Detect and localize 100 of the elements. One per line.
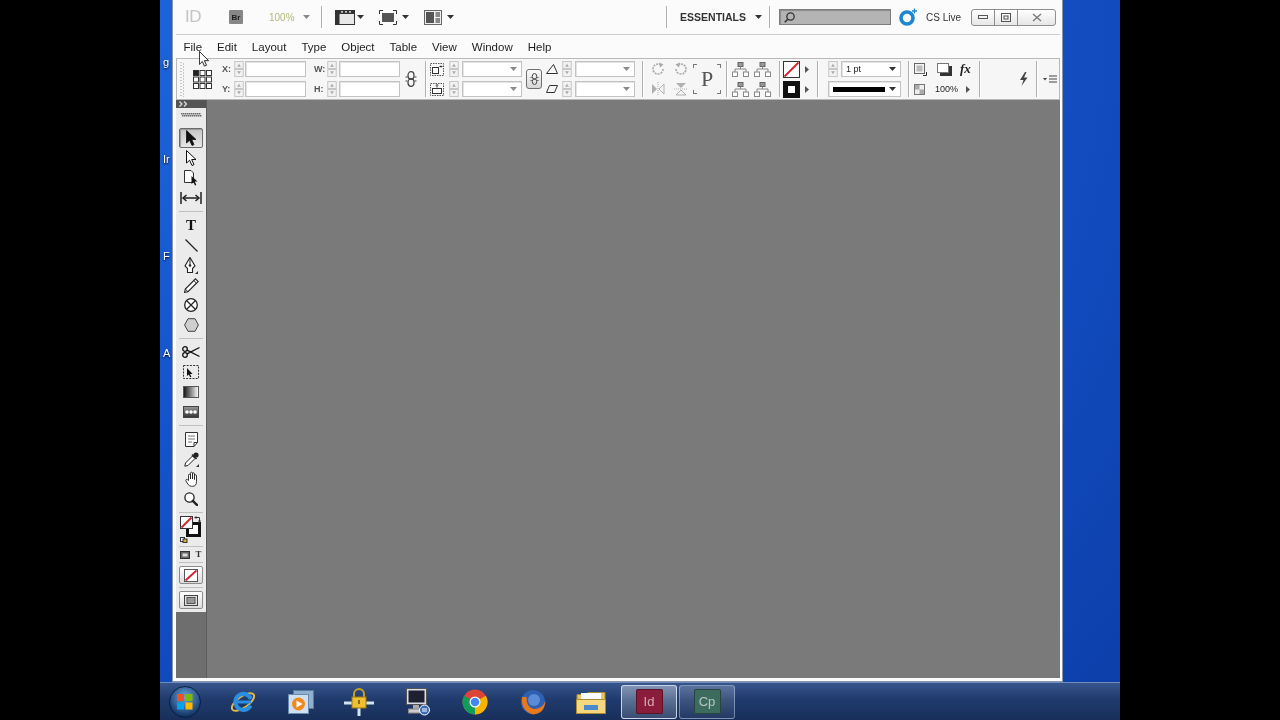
double-chevron-icon[interactable] [179, 101, 188, 107]
segmented-circle-icon[interactable] [462, 688, 488, 715]
search-field[interactable] [779, 9, 891, 25]
caret-icon [623, 87, 630, 91]
caret-icon[interactable] [446, 15, 454, 19]
caret-icon[interactable] [356, 15, 364, 19]
stroke-weight-dropdown[interactable]: 1 pt [841, 61, 901, 77]
checkered-square-icon[interactable] [914, 83, 925, 95]
flip-indicator: P [693, 64, 721, 94]
menu-item[interactable]: Layout [244, 38, 294, 55]
caret-icon [510, 67, 517, 71]
effects-button[interactable]: fx [960, 62, 971, 76]
zoom-icon [184, 492, 198, 506]
panel-menu-icon[interactable] [1043, 75, 1057, 83]
node-tree-icon[interactable] [754, 61, 771, 77]
dashed-box-icon [430, 62, 444, 76]
caret-icon [889, 67, 896, 71]
dropdown-field[interactable] [575, 61, 635, 77]
note-page-icon [184, 431, 198, 447]
menu-item[interactable]: Object [333, 38, 383, 55]
search-icon [784, 11, 795, 23]
padlock-network-icon[interactable] [344, 687, 374, 716]
small-frame-icon[interactable] [180, 550, 191, 559]
dropdown-field[interactable] [575, 81, 635, 97]
parallelogram-icon [546, 85, 558, 93]
caret-icon [623, 67, 630, 71]
monitor-icon[interactable] [404, 687, 430, 716]
bridge-button[interactable]: Br [229, 10, 243, 24]
node-tree-icon[interactable] [732, 61, 749, 77]
caret-icon[interactable] [805, 85, 809, 93]
close-button[interactable] [1017, 8, 1056, 26]
menu-item[interactable]: Help [520, 38, 559, 55]
taskbar-app-button[interactable]: Id [635, 689, 663, 714]
number-field[interactable] [339, 61, 400, 77]
stroke-swatch-icon[interactable] [783, 80, 800, 98]
screen-mode-button[interactable] [179, 591, 203, 609]
field-label: X: [222, 64, 232, 74]
menu-item[interactable]: Window [464, 38, 521, 55]
grip-dots-icon[interactable] [180, 61, 185, 97]
caret-icon[interactable] [805, 65, 809, 73]
menu-item[interactable]: Table [382, 38, 425, 55]
number-field[interactable] [245, 61, 306, 77]
dropdown-field[interactable] [462, 61, 522, 77]
grip-dots-icon[interactable] [180, 113, 202, 117]
folder-icon[interactable] [576, 689, 606, 714]
menu-item[interactable]: Edit [209, 38, 245, 55]
caret-icon[interactable] [966, 85, 971, 93]
constrain-button[interactable] [526, 69, 542, 89]
minimize-icon [978, 15, 988, 19]
text-format-button[interactable]: T [195, 550, 202, 559]
field-label: H: [314, 84, 325, 94]
caret-icon[interactable] [401, 15, 409, 19]
lightning-icon[interactable] [1019, 72, 1028, 86]
opacity-field[interactable]: 100% [935, 84, 959, 94]
cs-live-link[interactable]: CS Live [926, 11, 961, 23]
none-swatch-icon [184, 568, 198, 582]
apply-none-button[interactable] [179, 566, 203, 584]
chain-link-icon[interactable] [405, 71, 417, 87]
minimize-button[interactable] [971, 8, 995, 26]
diagonal-line-icon [184, 238, 198, 252]
fox-globe-icon[interactable] [520, 688, 546, 715]
number-field[interactable] [245, 81, 306, 97]
screen-corners-icon[interactable] [378, 9, 397, 25]
desktop-icon-label: F [163, 249, 170, 263]
scissors-icon [182, 346, 200, 358]
tool-button[interactable] [179, 128, 203, 148]
caret-icon [755, 15, 762, 19]
bar-arrow-bar-icon [180, 192, 202, 204]
shadow-square-icon[interactable] [937, 62, 952, 76]
workspace-menu[interactable]: ESSENTIALS [680, 11, 762, 23]
split-panes-icon[interactable] [423, 9, 442, 25]
maximize-icon [1001, 12, 1011, 22]
play-tile-icon[interactable] [288, 689, 314, 714]
number-field[interactable] [339, 81, 400, 97]
menu-item[interactable]: File [176, 38, 210, 55]
gradient-square-icon [183, 386, 199, 398]
hand-icon [184, 471, 198, 487]
fill-none-swatch-icon[interactable] [783, 60, 800, 78]
desktop-icon-label: g [163, 55, 170, 69]
frame-window-icon[interactable] [334, 9, 355, 25]
node-tree-icon[interactable] [732, 81, 749, 97]
point-grid-icon[interactable] [193, 69, 212, 89]
menu-item[interactable]: View [424, 38, 465, 55]
fill-stroke-swatches-icon[interactable] [180, 516, 202, 543]
stroke-type-dropdown[interactable] [828, 81, 901, 97]
dotted-gradient-square-icon [183, 406, 199, 418]
start-orb-icon[interactable] [169, 685, 201, 718]
caret-icon [302, 15, 310, 19]
hollow-arrow-pointer-icon [185, 150, 197, 166]
caret-icon [510, 87, 517, 91]
framed-screen-icon [184, 594, 198, 606]
pencil-icon [183, 277, 199, 293]
tool-button[interactable]: T [179, 215, 203, 235]
node-tree-icon[interactable] [754, 81, 771, 97]
maximize-button[interactable] [994, 8, 1018, 26]
dropdown-field[interactable] [462, 81, 522, 97]
frame-corner-icon[interactable] [914, 62, 927, 76]
menu-item[interactable]: Type [293, 38, 334, 55]
dashed-box-icon [430, 82, 444, 96]
close-icon [1031, 12, 1042, 22]
